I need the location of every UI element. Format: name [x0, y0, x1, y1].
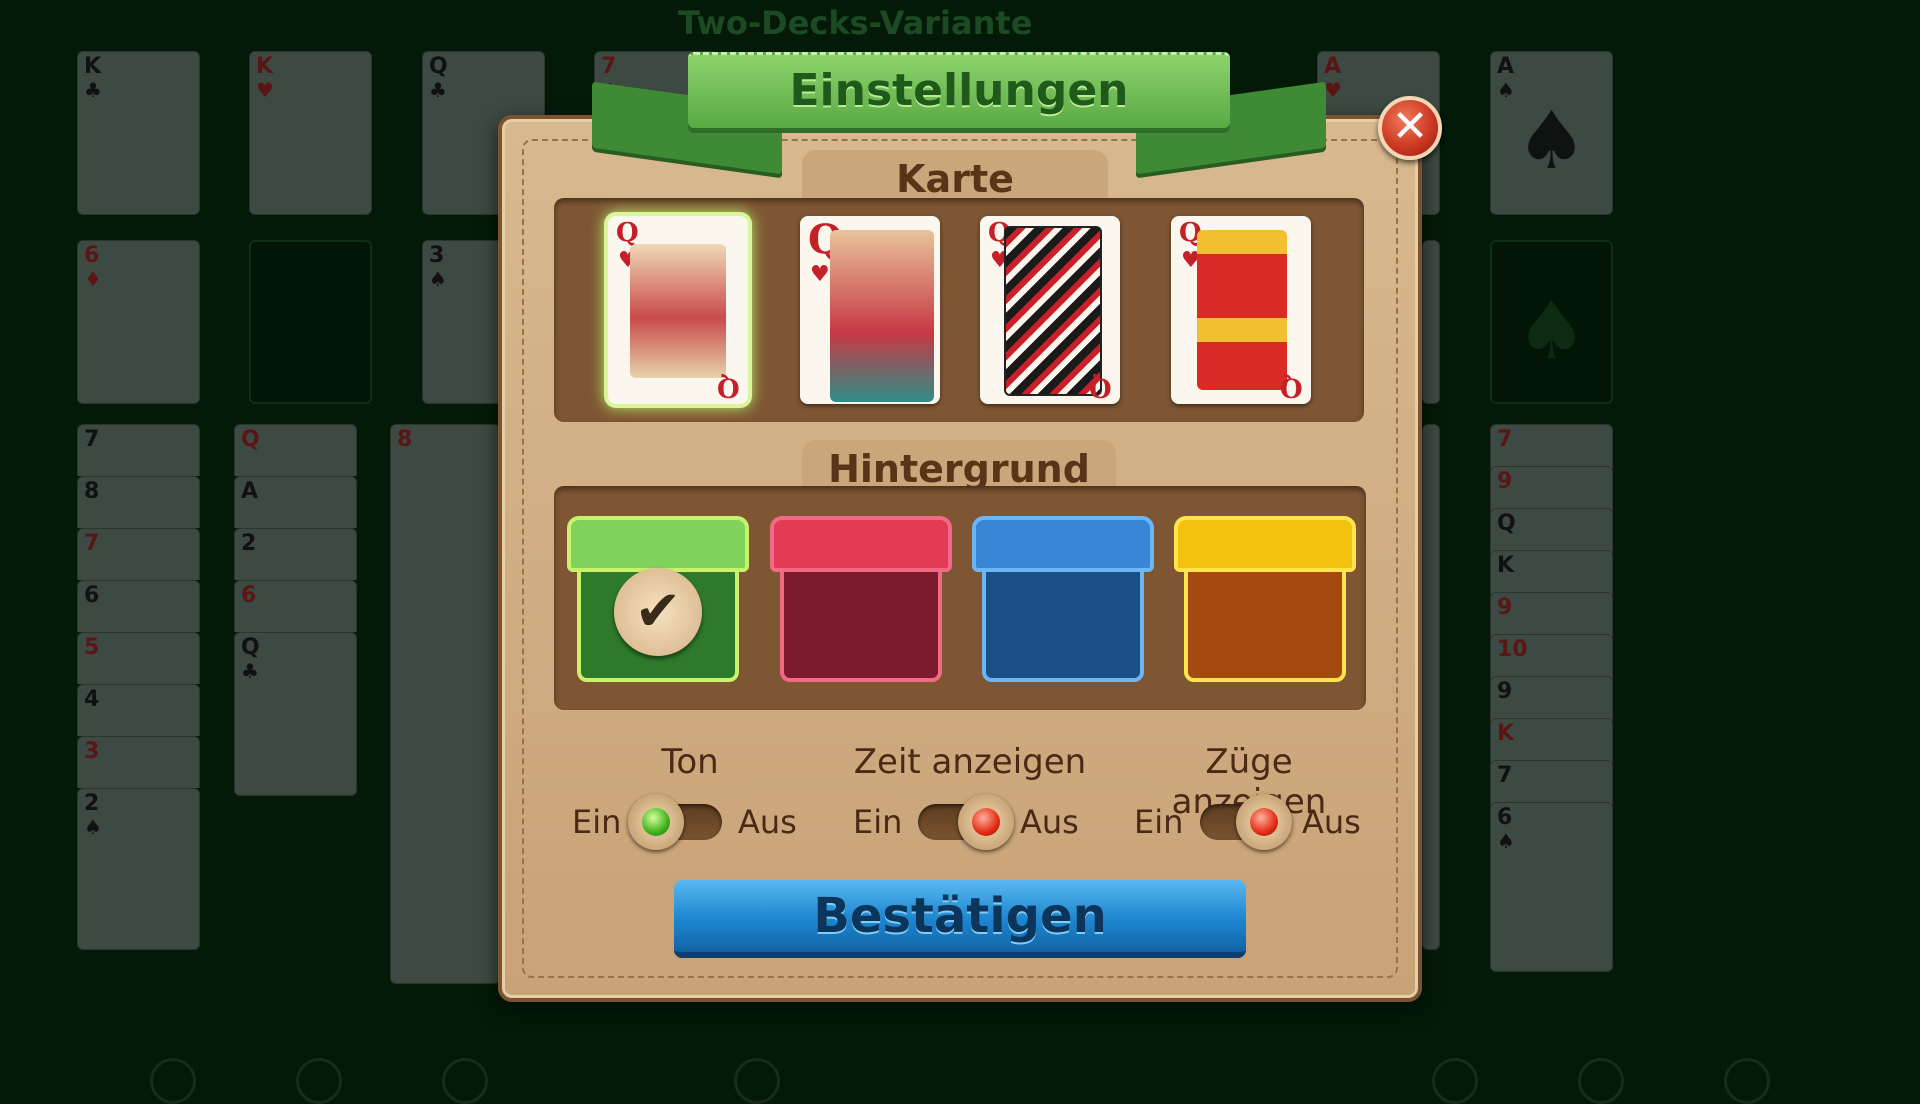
card: 2 ♠ — [77, 788, 200, 950]
card: 6 — [234, 580, 357, 632]
confirm-button[interactable]: Bestätigen — [674, 880, 1246, 958]
dialog-title: Einstellungen — [789, 65, 1129, 116]
background-option-green[interactable]: ✔ — [567, 516, 749, 686]
card: 2 — [234, 528, 357, 580]
foundation-card: A ♠ ♠ — [1490, 51, 1613, 215]
card-stack: 8 — [390, 424, 500, 984]
queen-portrait-icon — [1004, 226, 1102, 396]
card: 6 ♠ — [1490, 802, 1613, 972]
card-stack-edge — [1422, 424, 1440, 950]
toolbar-icon — [1432, 1058, 1478, 1104]
close-button[interactable]: ✕ — [1378, 96, 1442, 160]
card-front-option-2[interactable]: Q ♥ — [800, 216, 940, 404]
show-time-toggle[interactable] — [918, 794, 1014, 850]
card: 6 — [77, 580, 200, 632]
toolbar-icon — [442, 1058, 488, 1104]
toolbar-icon — [1724, 1058, 1770, 1104]
sound-label: Ton — [661, 742, 719, 782]
swatch-body — [1184, 568, 1346, 682]
toolbar-icon — [150, 1058, 196, 1104]
card: K ♣ — [77, 51, 200, 215]
swatch-lid — [972, 516, 1154, 572]
card: Q ♣ — [234, 632, 357, 796]
card-edge — [1422, 240, 1440, 404]
toolbar-icon — [1578, 1058, 1624, 1104]
led-off-icon — [972, 808, 1000, 836]
card-front-option-4[interactable]: Q ♥ Q — [1171, 216, 1311, 404]
card: K ♥ — [249, 51, 372, 215]
card: Q — [234, 424, 357, 476]
card-front-option-3[interactable]: Q ♥ Q — [980, 216, 1120, 404]
queen-portrait-icon — [830, 230, 934, 402]
swatch-lid — [1174, 516, 1356, 572]
show-time-off-label: Aus — [1020, 803, 1079, 841]
background-option-blue[interactable] — [972, 516, 1154, 686]
toolbar-icon — [734, 1058, 780, 1104]
card: 8 — [77, 476, 200, 528]
empty-foundation: ♠ — [1490, 240, 1613, 404]
empty-slot — [249, 240, 372, 404]
dialog-title-ribbon: Einstellungen — [688, 52, 1230, 128]
card: A — [234, 476, 357, 528]
background-option-orange[interactable] — [1174, 516, 1356, 686]
show-time-on-label: Ein — [853, 803, 903, 841]
toggle-knob — [628, 794, 684, 850]
toggle-knob — [1236, 794, 1292, 850]
card: 3 — [77, 736, 200, 788]
card: 7 — [77, 528, 200, 580]
game-title: Two-Decks-Variante — [678, 4, 1033, 42]
card: 6 ♦ — [77, 240, 200, 404]
close-icon: ✕ — [1391, 101, 1429, 152]
background-option-red[interactable] — [770, 516, 952, 686]
led-off-icon — [1250, 808, 1278, 836]
led-on-icon — [642, 808, 670, 836]
show-moves-on-label: Ein — [1134, 803, 1184, 841]
sound-off-label: Aus — [738, 803, 797, 841]
card: 4 — [77, 684, 200, 736]
toolbar-icon — [296, 1058, 342, 1104]
card: 5 — [77, 632, 200, 684]
show-time-label: Zeit anzeigen — [853, 742, 1087, 782]
show-moves-toggle[interactable] — [1200, 794, 1292, 850]
checkmark-icon: ✔ — [614, 568, 702, 657]
card-front-option-1[interactable]: Q ♥ Q — [608, 216, 748, 404]
show-moves-off-label: Aus — [1302, 803, 1361, 841]
sound-toggle[interactable] — [628, 794, 722, 850]
sound-on-label: Ein — [572, 803, 622, 841]
swatch-lid — [770, 516, 952, 572]
card: 7 — [77, 424, 200, 476]
queen-portrait-icon — [630, 244, 726, 378]
swatch-body — [780, 568, 942, 682]
toggle-knob — [958, 794, 1014, 850]
swatch-lid — [567, 516, 749, 572]
queen-portrait-icon — [1197, 230, 1287, 390]
swatch-body — [982, 568, 1144, 682]
